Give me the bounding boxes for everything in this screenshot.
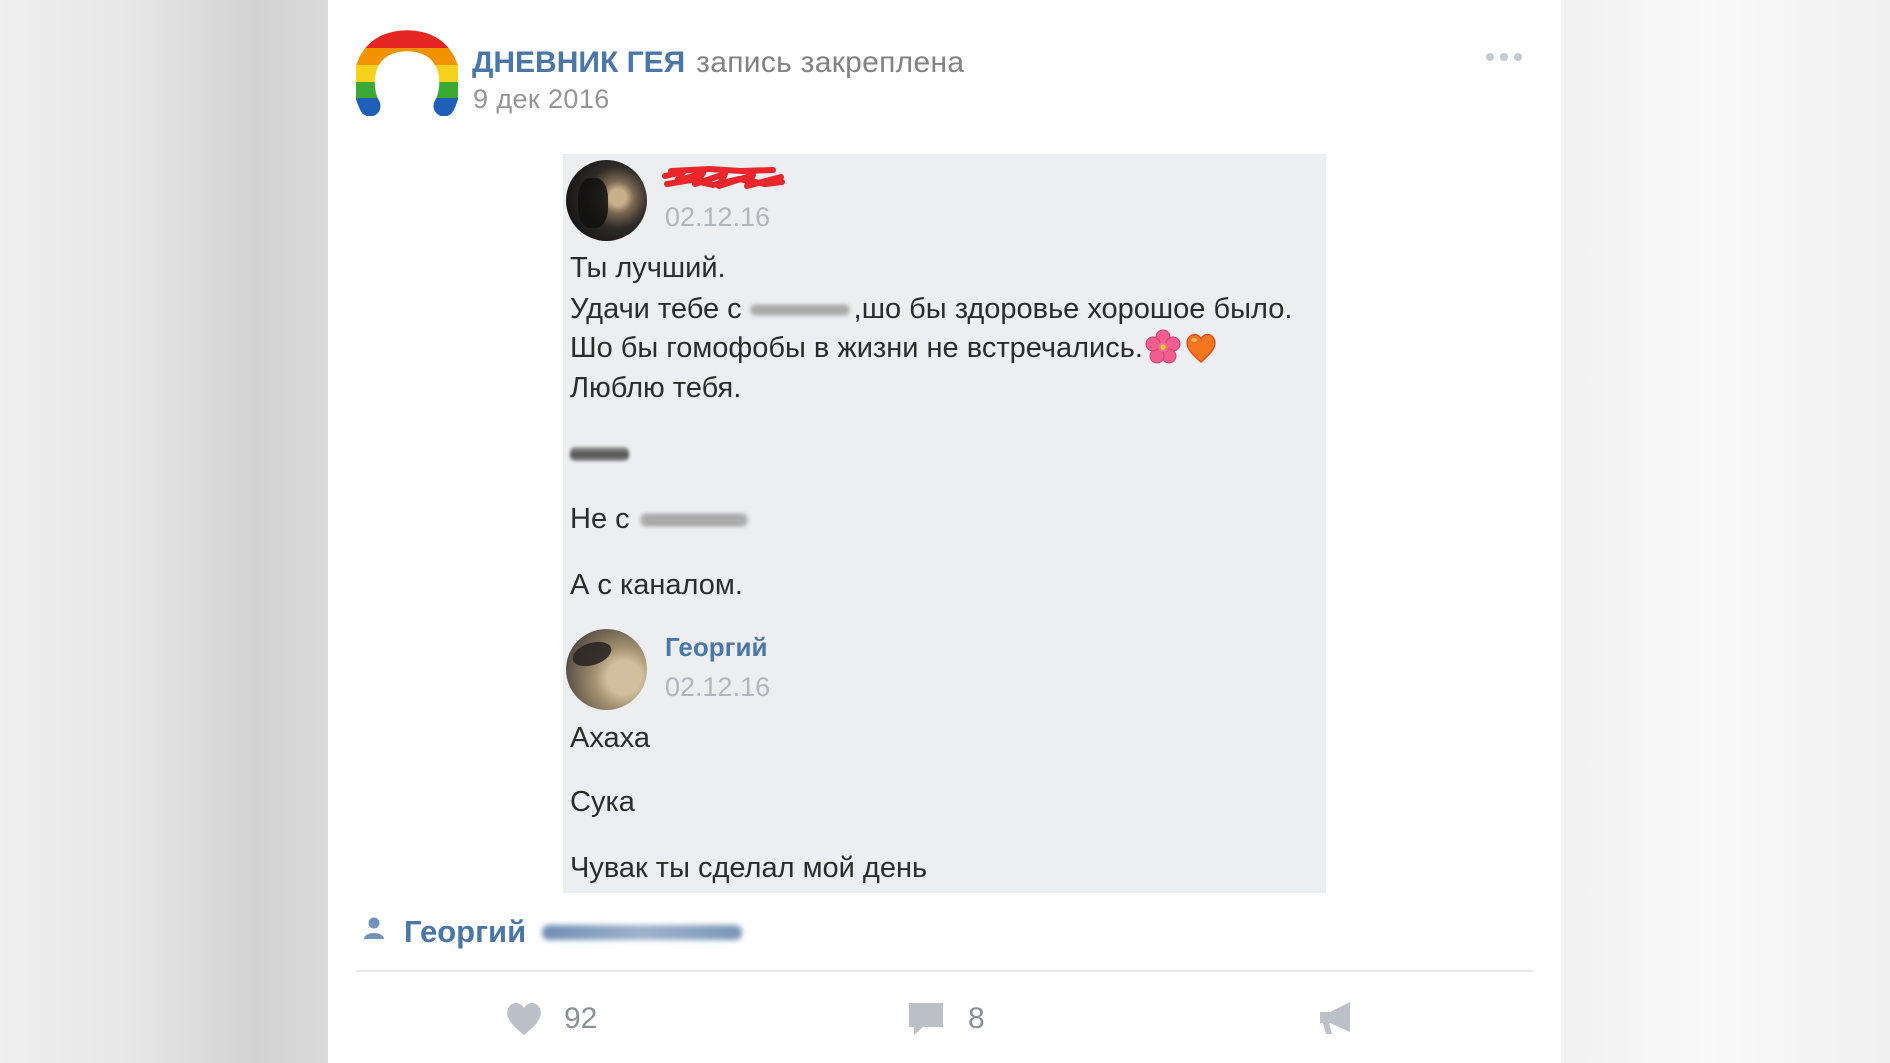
message-line: Не с bbox=[570, 499, 748, 539]
post-date-link[interactable]: 9 дек 2016 bbox=[473, 81, 610, 117]
more-dots-icon[interactable] bbox=[1484, 48, 1524, 66]
redacted-signature-blur bbox=[570, 447, 629, 461]
person-icon bbox=[362, 916, 386, 940]
message-line: Чувак ты сделал мой день bbox=[570, 852, 928, 884]
user-avatar bbox=[566, 629, 647, 710]
pinned-label: запись закреплена bbox=[696, 46, 965, 79]
message-text: Шо бы гомофобы в жизни не встречались. bbox=[570, 332, 1143, 364]
signature-author-link[interactable]: Георгий bbox=[404, 913, 526, 951]
attached-screenshot-image[interactable]: 02.12.16 Ты лучший. Удачи тебе с ,шо бы з… bbox=[563, 154, 1326, 893]
redaction-blur bbox=[639, 514, 748, 527]
redacted-name-scribble bbox=[662, 166, 785, 189]
message-line: Удачи тебе с ,шо бы здоровье хорошое было… bbox=[570, 289, 1292, 329]
user-avatar bbox=[566, 160, 647, 241]
heart-icon bbox=[507, 1002, 541, 1035]
message-text: Не с bbox=[570, 503, 630, 535]
message-line: Ахаха bbox=[570, 722, 650, 754]
like-count: 92 bbox=[564, 1002, 598, 1035]
orange-heart-icon bbox=[1183, 329, 1219, 365]
rainbow-arch-logo-icon[interactable] bbox=[356, 30, 458, 116]
redaction-blur bbox=[749, 305, 850, 316]
hibiscus-icon bbox=[1145, 329, 1181, 365]
community-name-link[interactable]: ДНЕВНИК ГЕЯ bbox=[472, 45, 685, 81]
divider bbox=[356, 970, 1533, 972]
message-text: Удачи тебе с bbox=[570, 293, 742, 325]
comment-count: 8 bbox=[968, 1002, 985, 1035]
like-button[interactable] bbox=[503, 998, 545, 1040]
message-line: Шо бы гомофобы в жизни не встречались. bbox=[570, 328, 1219, 368]
megaphone-icon bbox=[1320, 1002, 1350, 1034]
message-author: Георгий bbox=[665, 632, 768, 662]
post-card: ДНЕВНИК ГЕЯ запись закреплена 9 дек 2016… bbox=[328, 0, 1561, 1063]
message-text: ,шо бы здоровье хорошое было. bbox=[853, 293, 1293, 325]
blurred-background-left bbox=[0, 0, 328, 1063]
message-line: Сука bbox=[570, 786, 635, 818]
message-date: 02.12.16 bbox=[665, 202, 771, 232]
post-title-row: ДНЕВНИК ГЕЯ запись закреплена bbox=[472, 45, 964, 81]
share-button[interactable] bbox=[1316, 998, 1356, 1040]
redacted-surname-blur bbox=[542, 925, 742, 940]
blurred-background-right bbox=[1561, 0, 1890, 1063]
message-line: Люблю тебя. bbox=[570, 372, 742, 404]
message-date: 02.12.16 bbox=[665, 672, 771, 702]
message-line: А с каналом. bbox=[570, 569, 743, 601]
comment-icon bbox=[909, 1003, 943, 1035]
comment-button[interactable] bbox=[906, 998, 946, 1040]
message-line: Ты лучший. bbox=[570, 252, 726, 284]
